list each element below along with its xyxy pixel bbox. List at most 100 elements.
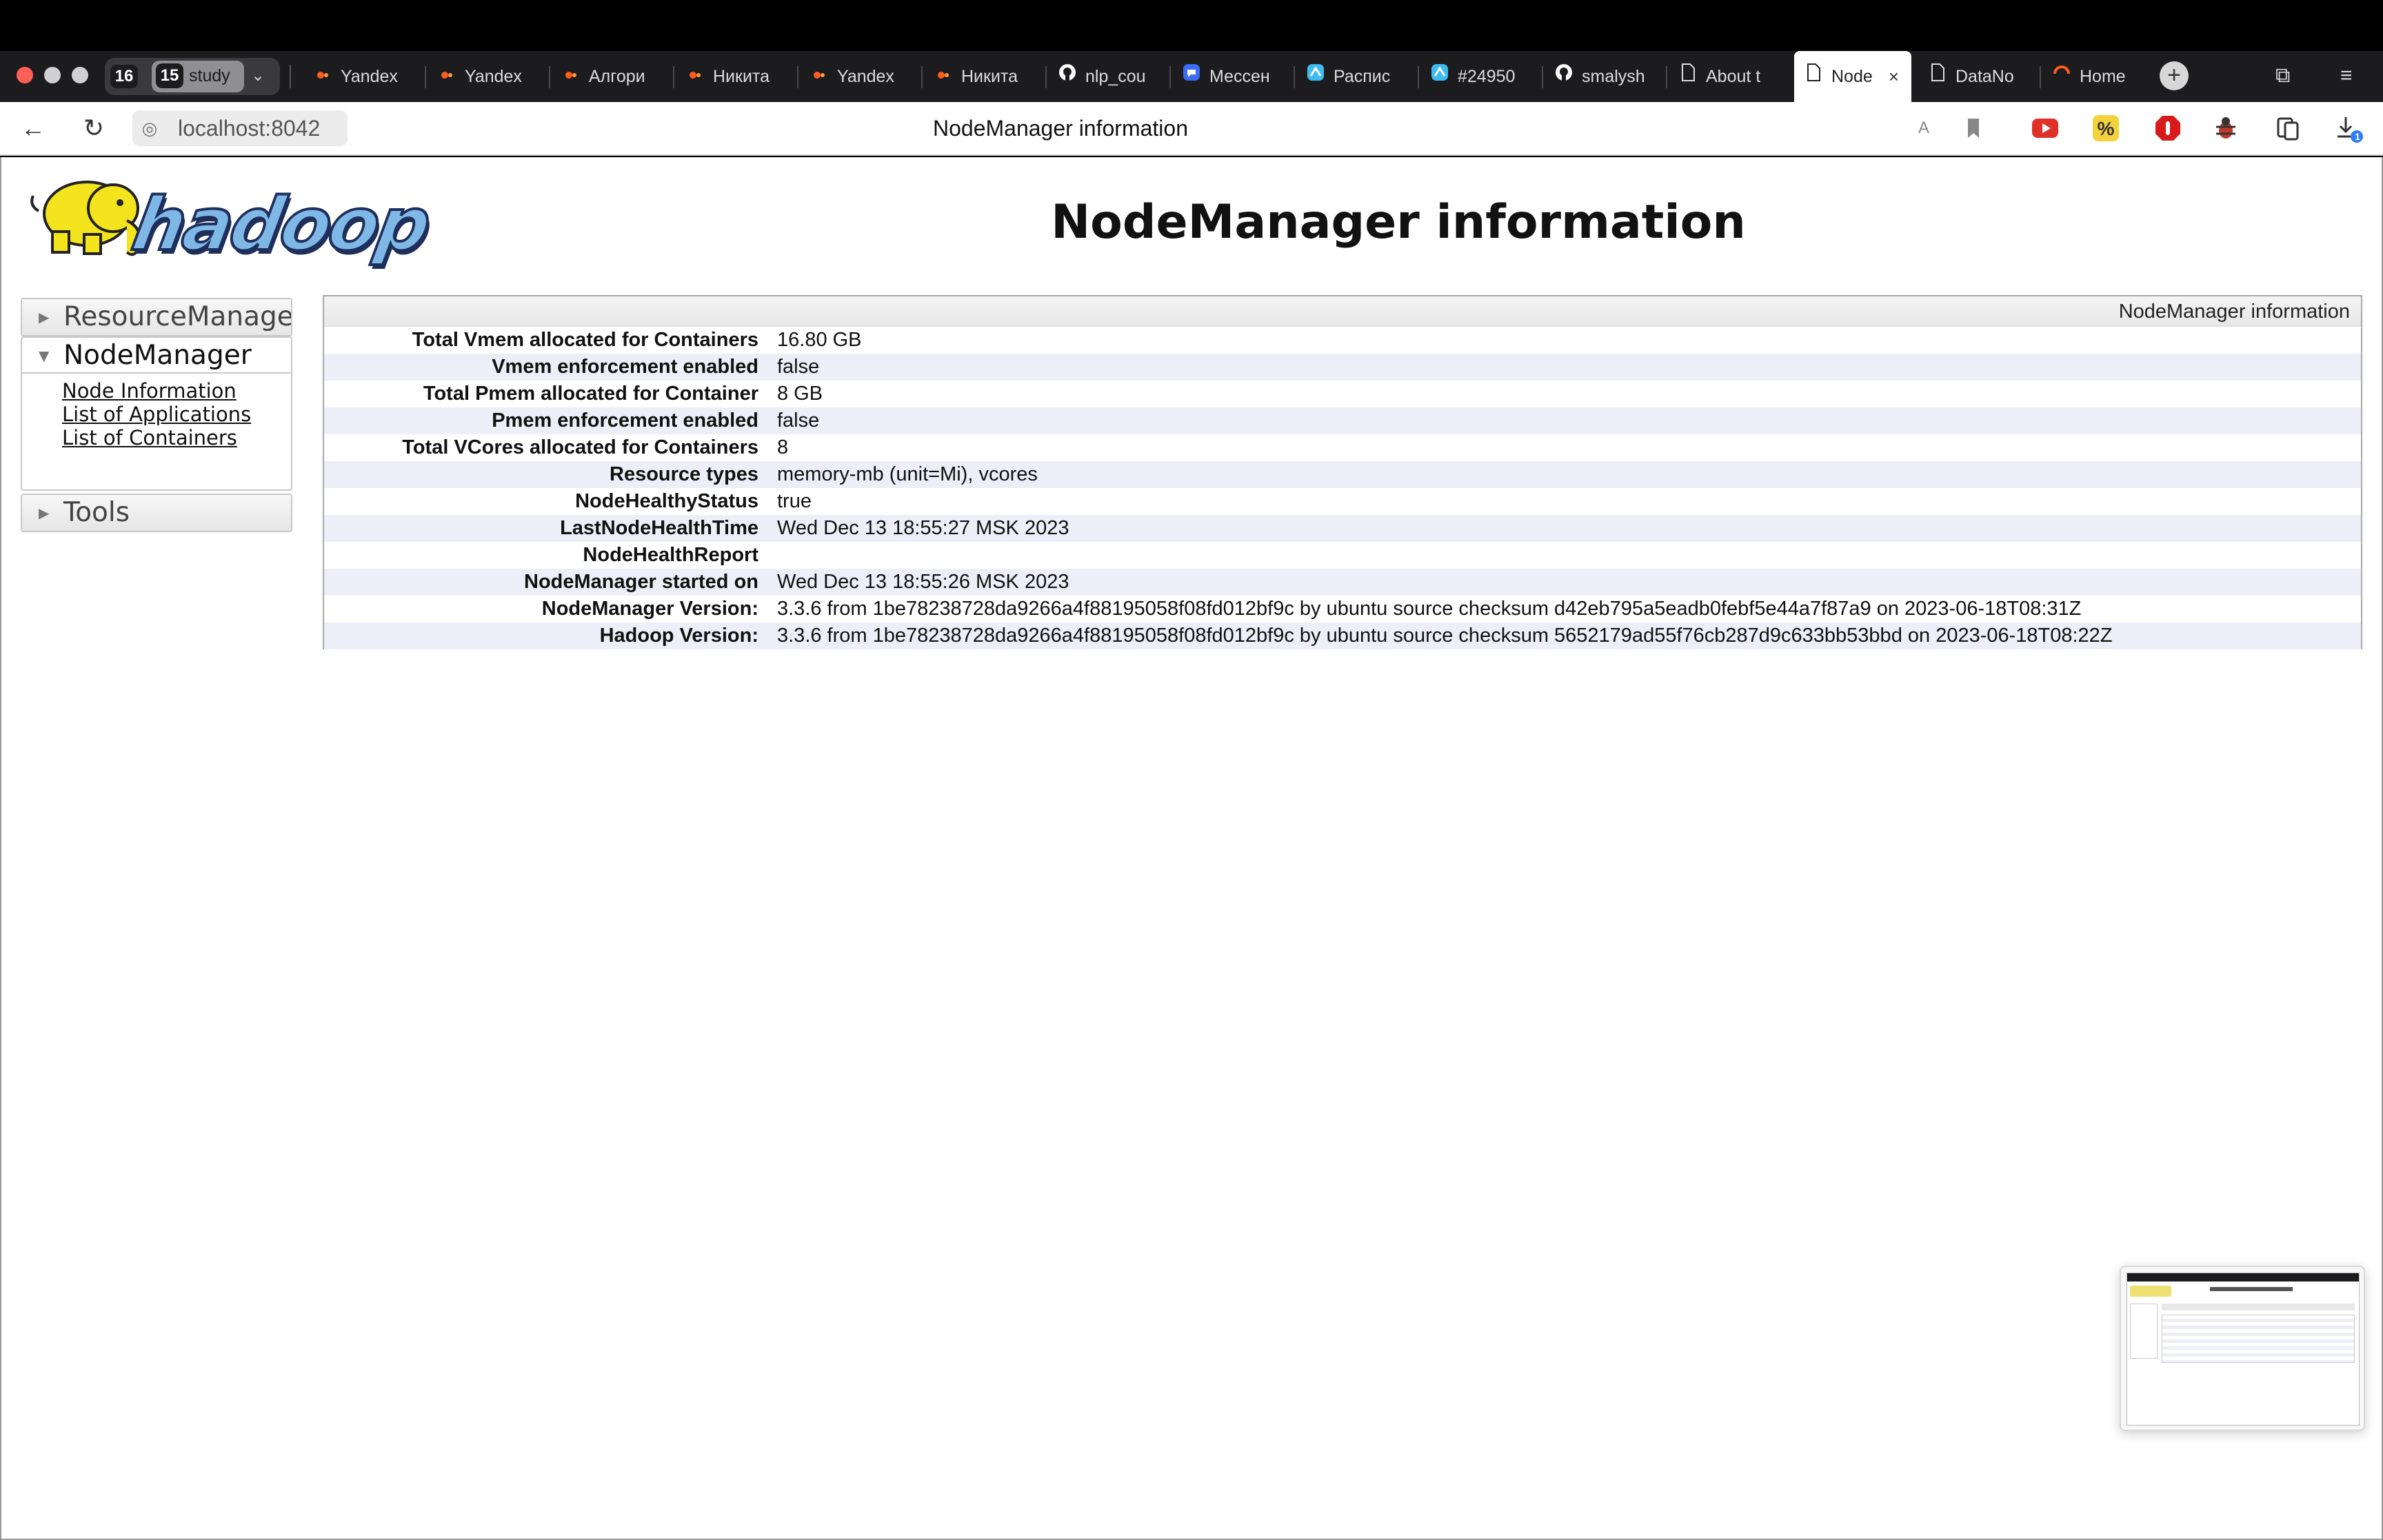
row-key: Resource types (610, 463, 758, 485)
row-value: memory-mb (unit=Mi), vcores (777, 463, 1038, 485)
close-window-button[interactable] (17, 67, 33, 83)
tab-divider (1418, 66, 1419, 88)
table-row: Total Vmem allocated for Containers 16.80… (324, 327, 2361, 354)
table-row: Pmem enforcement enabled false (324, 407, 2361, 434)
bookmark-icon[interactable] (1958, 113, 1989, 143)
tab-label: Распис (1334, 67, 1391, 86)
github-icon (1554, 52, 1573, 102)
browser-tab[interactable]: smalysh (1545, 51, 1662, 102)
yandex-icon (934, 52, 953, 102)
messenger-icon (1182, 52, 1201, 102)
nav-link-node-information[interactable]: Node Information (62, 379, 291, 403)
browser-tab[interactable]: Node × (1794, 51, 1911, 102)
tab-divider (673, 66, 674, 88)
menu-icon[interactable]: ≡ (2340, 61, 2353, 90)
row-key: NodeManager started on (524, 571, 758, 593)
table-caption: NodeManager information (324, 296, 2361, 327)
row-value: false (777, 356, 820, 378)
bug-extension-icon[interactable] (2211, 113, 2241, 143)
minimize-window-button[interactable] (44, 67, 61, 83)
row-value: false (777, 409, 820, 432)
browser-tab[interactable]: Алгори (552, 51, 669, 102)
discount-extension-icon[interactable]: % (2091, 113, 2121, 143)
thumbnail-logo (2130, 1286, 2171, 1297)
workspace-count-other[interactable]: 16 (110, 65, 138, 88)
tab-label: Node (1831, 67, 1873, 86)
row-value: Wed Dec 13 18:55:26 MSK 2023 (777, 571, 1069, 593)
home-ring-icon (2052, 52, 2071, 102)
tab-label: Мессен (1209, 67, 1270, 86)
browser-tab[interactable]: Yandex (303, 51, 421, 102)
page-icon (1678, 52, 1698, 102)
tab-label: Yandex (465, 67, 522, 86)
tab-preview-thumbnail[interactable] (2120, 1266, 2365, 1431)
table-row: NodeManager Version: 3.3.6 from 1be782387… (324, 596, 2361, 622)
reader-extension-icon[interactable] (2273, 113, 2303, 143)
browser-tab[interactable]: Распис (1296, 51, 1414, 102)
thumbnail-tabbar (2127, 1273, 2359, 1281)
tab-divider (1542, 66, 1543, 88)
row-value: 16.80 GB (777, 329, 862, 351)
tab-divider (2040, 66, 2041, 88)
table-row: Total Pmem allocated for Container 8 GB (324, 381, 2361, 407)
tab-divider (1045, 66, 1047, 88)
translate-icon[interactable]: A (1909, 113, 1939, 143)
table-row: Vmem enforcement enabled false (324, 354, 2361, 381)
workspace-count-active: 15 (156, 63, 183, 88)
nav-head-label: Tools (63, 497, 130, 528)
tab-divider (290, 65, 291, 88)
row-key: Total Vmem allocated for Containers (412, 329, 758, 351)
row-key: Pmem enforcement enabled (492, 409, 758, 432)
tab-collections-icon[interactable]: ⧉ (2275, 61, 2290, 90)
nav-section-resourcemanager[interactable]: ▶ ResourceManager (21, 298, 292, 336)
nav-head-resourcemanager[interactable]: ▶ ResourceManager (22, 299, 291, 335)
video-extension-icon[interactable] (2030, 113, 2060, 143)
row-value: 8 (777, 436, 789, 458)
thumbnail-table-head (2162, 1304, 2355, 1310)
tab-divider (1294, 66, 1295, 88)
tab-label: Yandex (837, 67, 894, 86)
browser-tab[interactable]: Мессен (1172, 51, 1289, 102)
browser-tab[interactable]: #24950 (1420, 51, 1538, 102)
triangle-right-icon: ▶ (39, 505, 50, 521)
nav-section-nodemanager: ▼ NodeManager Node Information List of A… (21, 336, 292, 491)
tracker-icon (1306, 52, 1325, 102)
close-tab-icon[interactable]: × (1889, 51, 1899, 102)
zoom-window-button[interactable] (72, 67, 88, 83)
nav-head-nodemanager[interactable]: ▼ NodeManager (22, 338, 291, 374)
nav-link-list-of-applications[interactable]: List of Applications (62, 403, 291, 426)
browser-tab[interactable]: DataNo (1918, 51, 2035, 102)
chevron-down-icon[interactable]: ⌄ (251, 63, 265, 88)
tab-label: DataNo (1955, 67, 2014, 86)
nav-head-tools[interactable]: ▶ Tools (22, 495, 291, 531)
new-tab-button[interactable]: + (2160, 61, 2189, 90)
table-body: Total Vmem allocated for Containers 16.80… (324, 327, 2361, 649)
browser-tab[interactable]: nlp_cou (1048, 51, 1165, 102)
tab-label: Никита (713, 67, 770, 86)
tab-divider (425, 66, 426, 88)
tab-label: About t (1706, 67, 1761, 86)
browser-tab[interactable]: Никита (924, 51, 1041, 102)
browser-tab[interactable]: Никита (676, 51, 793, 102)
hadoop-logo[interactable]: hadoop hadoop (23, 163, 437, 273)
table-row: NodeManager started on Wed Dec 13 18:55:2… (324, 569, 2361, 596)
tab-label: Home (2080, 67, 2126, 86)
tab-label: #24950 (1458, 67, 1516, 86)
adblock-extension-icon[interactable] (2153, 113, 2183, 143)
row-value: 3.3.6 from 1be78238728da9266a4f88195058f… (777, 625, 2113, 647)
browser-tab[interactable]: About t (1669, 51, 1786, 102)
nav-section-tools[interactable]: ▶ Tools (21, 494, 292, 532)
browser-tab[interactable]: Yandex (800, 51, 917, 102)
nav-link-list-of-containers[interactable]: List of Containers (62, 426, 291, 449)
workspace-name: study (189, 66, 230, 85)
browser-tab[interactable]: Home (2042, 51, 2160, 102)
triangle-down-icon: ▼ (39, 347, 50, 364)
thumbnail-heading (2210, 1287, 2293, 1291)
browser-tab[interactable]: Yandex (428, 51, 545, 102)
table-row: Resource types memory-mb (unit=Mi), vcore… (324, 461, 2361, 488)
logo-wordmark: hadoop hadoop (125, 181, 437, 272)
nav-head-label: NodeManager (63, 340, 252, 371)
tab-divider (1666, 66, 1667, 88)
tracker-icon (1430, 52, 1449, 102)
page-icon (1804, 52, 1823, 102)
